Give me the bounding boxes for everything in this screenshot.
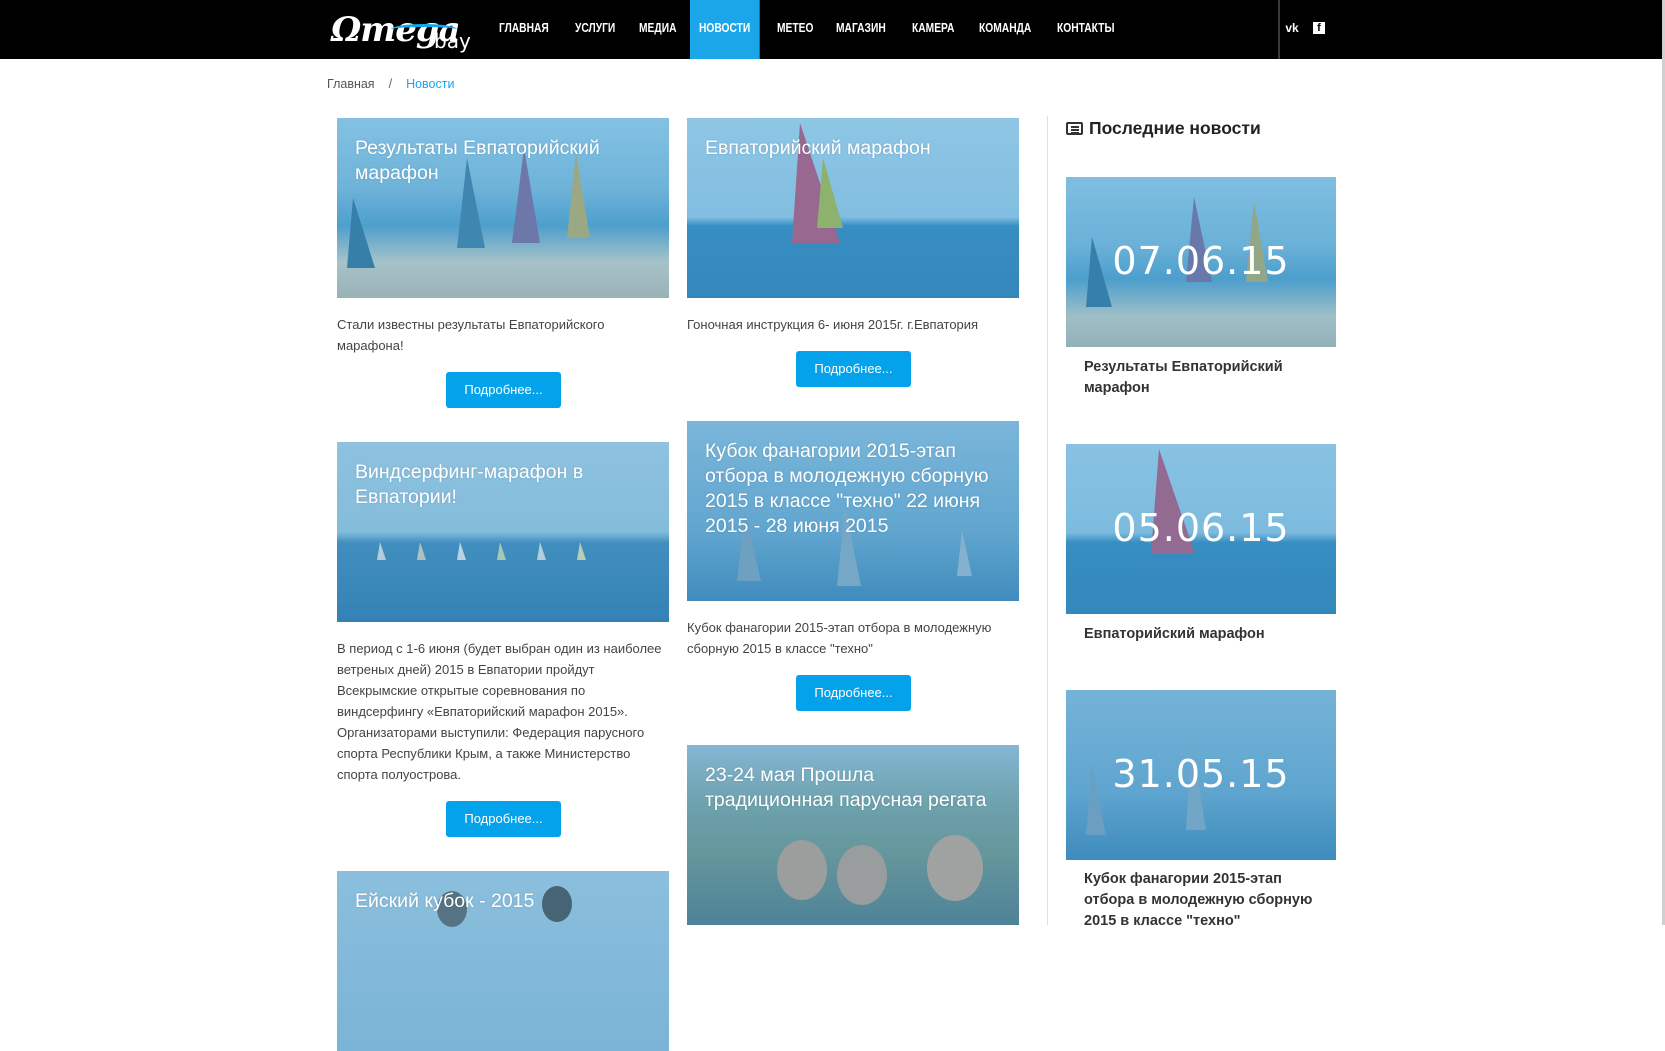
news-card-image[interactable]: Кубок фанагории 2015-этап отбора в молод… xyxy=(687,421,1019,601)
nav-item-news[interactable]: НОВОСТИ xyxy=(690,0,760,59)
facebook-icon[interactable]: f xyxy=(1313,22,1325,34)
sidebar-news-date: 05.06.15 xyxy=(1112,506,1290,550)
read-more-button[interactable]: Подробнее... xyxy=(796,675,911,711)
top-navbar: Ωmega bay ГЛАВНАЯ УСЛУГИ МЕДИА НОВОСТИ M… xyxy=(0,0,1665,59)
nav-item-meteo[interactable]: METEO xyxy=(768,0,822,59)
news-excerpt: Гоночная инструкция 6- июня 2015г. г.Евп… xyxy=(687,317,979,332)
main-nav: ГЛАВНАЯ УСЛУГИ МЕДИА НОВОСТИ METEO МАГАЗ… xyxy=(490,0,1134,59)
nav-item-team[interactable]: КОМАНДА xyxy=(970,0,1040,59)
sidebar-news-title[interactable]: Кубок фанагории 2015-этап отбора в молод… xyxy=(1084,869,1324,932)
breadcrumb-home[interactable]: Главная xyxy=(327,77,375,91)
read-more-button[interactable]: Подробнее... xyxy=(446,801,561,837)
news-card-image[interactable]: Евпаторийский марафон xyxy=(687,118,1019,298)
breadcrumb: Главная / Новости xyxy=(327,77,454,91)
vk-icon[interactable]: vk xyxy=(1283,19,1301,37)
news-excerpt: В период с 1-6 июня (будет выбран один и… xyxy=(337,641,662,782)
news-card-image[interactable]: 23-24 мая Прошла традиционная парусная р… xyxy=(687,745,1019,925)
nav-divider xyxy=(1278,0,1280,59)
news-title[interactable]: Евпаторийский марафон xyxy=(705,136,1001,161)
news-title[interactable]: Ейский кубок - 2015 xyxy=(355,889,651,914)
news-title[interactable]: Результаты Евпаторийский марафон xyxy=(355,136,651,186)
omega-bay-logo[interactable]: Ωmega bay xyxy=(331,10,471,54)
sidebar-news-title[interactable]: Евпаторийский марафон xyxy=(1084,624,1324,645)
sidebar-news-image[interactable]: 05.06.15 xyxy=(1066,444,1336,614)
news-card-image[interactable]: Ейский кубок - 2015 xyxy=(337,871,669,1051)
latest-news-heading-text: Последние новости xyxy=(1089,118,1261,138)
sidebar-divider xyxy=(1047,116,1048,925)
news-title[interactable]: Кубок фанагории 2015-этап отбора в молод… xyxy=(705,439,1001,539)
newspaper-icon xyxy=(1066,122,1083,135)
nav-item-contacts[interactable]: КОНТАКТЫ xyxy=(1048,0,1124,59)
nav-item-home[interactable]: ГЛАВНАЯ xyxy=(490,0,558,59)
news-excerpt: Стали известны результаты Евпаторийского… xyxy=(337,317,605,353)
nav-item-shop[interactable]: МАГАЗИН xyxy=(827,0,895,59)
news-card-image[interactable]: Результаты Евпаторийский марафон xyxy=(337,118,669,298)
news-title[interactable]: Виндсерфинг-марафон в Евпатории! xyxy=(355,460,651,510)
news-card-image[interactable]: Виндсерфинг-марафон в Евпатории! xyxy=(337,442,669,622)
nav-item-camera[interactable]: КАМЕРА xyxy=(903,0,963,59)
breadcrumb-separator: / xyxy=(388,77,393,91)
sidebar-news-image[interactable]: 31.05.15 xyxy=(1066,690,1336,860)
read-more-button[interactable]: Подробнее... xyxy=(446,372,561,408)
sidebar-news-date: 07.06.15 xyxy=(1112,239,1290,283)
logo-sub-text: bay xyxy=(434,29,471,53)
sidebar-news-date: 31.05.15 xyxy=(1112,752,1290,796)
news-excerpt: Кубок фанагории 2015-этап отбора в молод… xyxy=(687,620,992,656)
read-more-button[interactable]: Подробнее... xyxy=(796,351,911,387)
breadcrumb-current: Новости xyxy=(406,77,455,91)
nav-item-services[interactable]: УСЛУГИ xyxy=(566,0,624,59)
news-title[interactable]: 23-24 мая Прошла традиционная парусная р… xyxy=(705,763,1001,813)
sidebar-news-title[interactable]: Результаты Евпаторийский марафон xyxy=(1084,357,1324,399)
latest-news-heading: Последние новости xyxy=(1066,118,1261,139)
sidebar-news-image[interactable]: 07.06.15 xyxy=(1066,177,1336,347)
nav-item-media[interactable]: МЕДИА xyxy=(630,0,685,59)
